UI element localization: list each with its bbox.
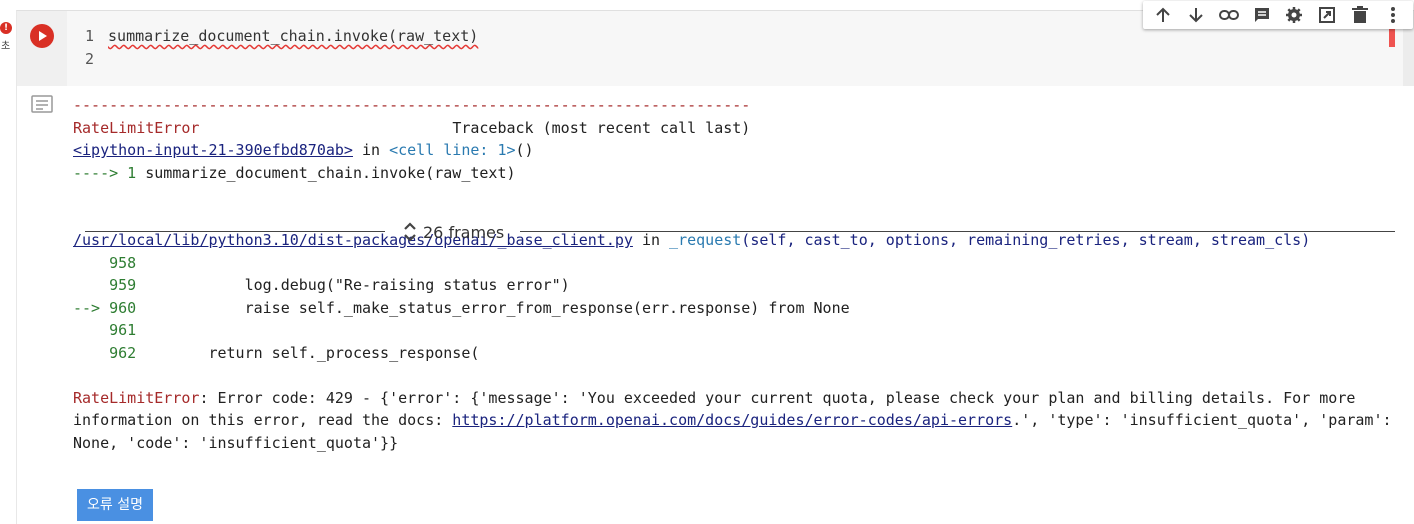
more-vert-icon: [1390, 7, 1395, 23]
trash-icon: [1351, 6, 1368, 23]
output-actions-icon[interactable]: [31, 95, 53, 113]
arrow-down-icon: [1189, 8, 1203, 23]
frames-divider-right: [520, 231, 1395, 232]
error-message-2b: .', 'type': 'insufficient_quota', 'param…: [1012, 411, 1392, 429]
source-line: 959 log.debug("Re-raising status error"): [109, 276, 570, 294]
delete-cell-button[interactable]: [1344, 1, 1377, 29]
comment-button[interactable]: [1245, 1, 1278, 29]
frames-toggle-button[interactable]: 26 frames: [403, 219, 504, 245]
output-area: ----------------------------------------…: [73, 94, 1392, 454]
move-down-button[interactable]: [1180, 1, 1213, 29]
error-message-2: information on this error, read the docs…: [73, 411, 453, 429]
collapsed-frames-row: 26 frames: [85, 219, 1395, 245]
error-badge: !: [0, 22, 12, 34]
code-text: summarize_document_chain.invoke(raw_text…: [108, 27, 479, 45]
run-button[interactable]: [30, 24, 54, 48]
play-icon: [39, 31, 47, 41]
docs-link[interactable]: https://platform.openai.com/docs/guides/…: [452, 411, 1012, 429]
source-line: 961: [109, 321, 137, 339]
move-up-button[interactable]: [1147, 1, 1180, 29]
unfold-icon: [404, 222, 416, 242]
cell-toolbar: [1143, 1, 1413, 29]
more-options-button[interactable]: [1376, 1, 1409, 29]
mirror-icon: [1319, 7, 1336, 23]
separator-line: ----------------------------------------…: [73, 96, 751, 114]
settings-button[interactable]: [1278, 1, 1311, 29]
line-number: 2: [85, 50, 95, 68]
line-number: 1: [85, 27, 95, 45]
error-message-1: : Error code: 429 - {'error': {'message'…: [199, 388, 1356, 407]
error-message-name: RateLimitError: [73, 388, 200, 407]
cell-run-area: [17, 11, 67, 86]
arrow-up-icon: [1156, 7, 1171, 22]
source-line: 958: [109, 253, 137, 272]
ipython-input-link[interactable]: <ipython-input-21-390efbd870ab>: [73, 141, 353, 159]
error-name: RateLimitError: [73, 118, 200, 137]
error-message-3: None, 'code': 'insufficient_quota'}}: [73, 433, 399, 452]
code-cell[interactable]: 1 summarize_document_chain.invoke(raw_te…: [16, 1, 1414, 524]
source-line: 962 return self._process_response(: [109, 343, 480, 362]
code-line: 1 summarize_document_chain.invoke(raw_te…: [85, 25, 478, 47]
link-icon: [1218, 10, 1239, 20]
explain-error-button[interactable]: 오류 설명: [77, 489, 153, 521]
cell-line-tail: (): [515, 141, 534, 159]
cell-line-ref: <cell line: 1>: [389, 141, 516, 159]
frames-divider-left: [85, 231, 385, 232]
exec-time-label: 초: [1, 41, 11, 52]
arrow-line-code: summarize_document_chain.invoke(raw_text…: [145, 163, 516, 182]
code-line: 2: [85, 48, 108, 70]
gear-icon: [1286, 7, 1303, 23]
arrow-prefix: ----> 1: [73, 163, 146, 182]
mirror-cell-button[interactable]: [1311, 1, 1344, 29]
comment-icon: [1254, 8, 1269, 22]
copy-link-button[interactable]: [1213, 1, 1246, 29]
in-word: in: [352, 141, 390, 159]
traceback-header: Traceback (most recent call last): [452, 118, 751, 137]
source-line-current: --> 960 raise self._make_status_error_fr…: [73, 298, 850, 317]
frames-label: 26 frames: [423, 222, 505, 242]
